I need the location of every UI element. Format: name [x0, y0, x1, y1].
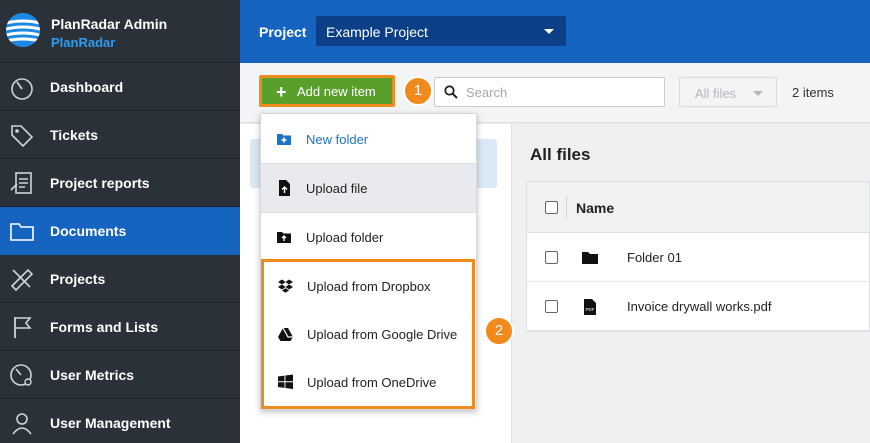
item-count: 2 items — [792, 85, 834, 100]
sidebar-item-label: Project reports — [50, 174, 150, 191]
report-icon — [10, 172, 32, 194]
user-icon — [12, 413, 32, 435]
callout-badge-1: 1 — [403, 76, 433, 106]
project-select-value: Example Project — [326, 24, 428, 40]
pdf-icon: PDF — [584, 299, 596, 315]
sidebar-item-user-metrics[interactable]: User Metrics — [0, 351, 240, 399]
column-divider — [566, 196, 567, 218]
table-row[interactable]: Folder 01 — [527, 233, 869, 282]
sidebar-item-documents[interactable]: Documents — [0, 207, 240, 255]
menu-item-upload-file[interactable]: Upload file — [261, 164, 476, 212]
sidebar: PlanRadar Admin PlanRadar Dashboard Tick… — [0, 0, 240, 443]
menu-item-label: Upload folder — [306, 230, 384, 245]
sidebar-item-label: Projects — [50, 270, 106, 287]
gauge-icon — [11, 78, 33, 100]
cloud-upload-highlight — [261, 259, 475, 409]
file-upload-icon — [279, 180, 290, 196]
menu-item-upload-folder[interactable]: Upload folder — [261, 213, 476, 261]
chevron-down-icon — [544, 29, 554, 34]
files-title: All files — [530, 145, 591, 164]
sidebar-item-forms-and-lists[interactable]: Forms and Lists — [0, 303, 240, 351]
app-name: PlanRadar Admin — [51, 16, 168, 32]
sidebar-item-tickets[interactable]: Tickets — [0, 111, 240, 159]
menu-item-new-folder[interactable]: New folder — [261, 115, 476, 163]
file-name: Folder 01 — [627, 250, 682, 265]
planradar-logo — [6, 13, 40, 47]
search-icon — [444, 85, 458, 99]
sidebar-item-label: Forms and Lists — [50, 318, 159, 335]
sidebar-item-dashboard[interactable]: Dashboard — [0, 63, 240, 111]
row-checkbox[interactable] — [545, 300, 558, 313]
file-list-pane: All files Name Folder 01 PDF Invoice dry… — [513, 124, 870, 443]
folder-plus-icon — [277, 134, 291, 145]
sidebar-item-user-management[interactable]: User Management — [0, 399, 240, 443]
sidebar-item-label: Dashboard — [50, 78, 124, 95]
search-input[interactable] — [466, 83, 656, 101]
file-filter-value: All files — [695, 86, 737, 101]
search-box — [434, 77, 665, 107]
app-sub: PlanRadar — [51, 35, 116, 50]
column-header-name[interactable]: Name — [576, 200, 614, 216]
folder-icon — [582, 252, 598, 264]
add-new-item-button[interactable]: + Add new item — [259, 75, 395, 107]
top-bar: Project Example Project — [240, 0, 870, 63]
ruler-pencil-icon — [10, 268, 34, 292]
select-all-checkbox[interactable] — [545, 201, 558, 214]
folder-icon — [10, 223, 34, 241]
sidebar-item-label: Documents — [50, 222, 127, 239]
file-name: Invoice drywall works.pdf — [627, 299, 772, 314]
files-table: Name Folder 01 PDF Invoice drywall works… — [526, 181, 870, 332]
tag-icon — [11, 125, 34, 148]
flag-icon — [14, 317, 32, 338]
sidebar-item-projects[interactable]: Projects — [0, 255, 240, 303]
user-gauge-icon — [10, 364, 32, 386]
project-select[interactable]: Example Project — [316, 16, 566, 46]
sidebar-item-label: User Metrics — [50, 366, 135, 383]
menu-item-label: New folder — [306, 132, 369, 147]
sidebar-item-label: Tickets — [50, 126, 98, 143]
sidebar-item-label: User Management — [50, 414, 171, 431]
folder-upload-icon — [277, 232, 291, 243]
svg-text:PDF: PDF — [586, 307, 595, 312]
callout-badge-2: 2 — [484, 316, 514, 346]
brand-header: PlanRadar Admin PlanRadar — [0, 0, 240, 63]
sidebar-item-project-reports[interactable]: Project reports — [0, 159, 240, 207]
menu-item-label: Upload file — [306, 181, 368, 196]
row-checkbox[interactable] — [545, 251, 558, 264]
table-row[interactable]: PDF Invoice drywall works.pdf — [527, 282, 869, 331]
chevron-down-icon — [753, 91, 763, 96]
plus-icon: + — [276, 82, 287, 102]
table-header: Name — [527, 182, 869, 233]
add-new-item-label: Add new item — [297, 84, 376, 99]
file-filter-select[interactable]: All files — [679, 77, 777, 107]
project-label: Project — [259, 24, 307, 40]
